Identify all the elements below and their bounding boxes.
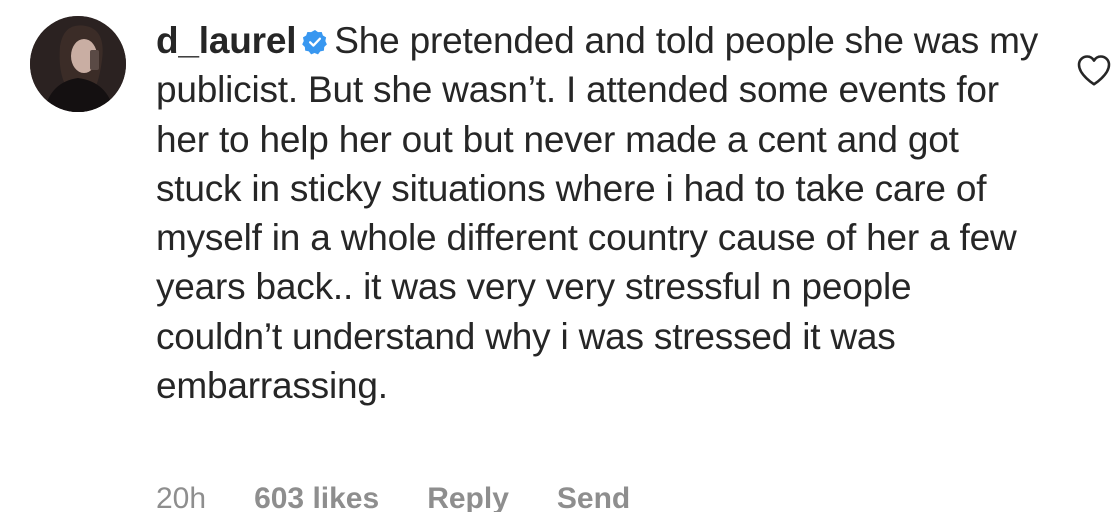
reply-button[interactable]: Reply [427, 482, 509, 512]
heart-outline-icon[interactable] [1076, 53, 1112, 87]
verified-badge-icon [302, 29, 328, 55]
avatar[interactable] [30, 16, 126, 112]
comment-body: d_laurel She pretended and told people s… [156, 16, 1046, 410]
comment: d_laurel She pretended and told people s… [0, 0, 1120, 512]
avatar-photo [30, 16, 126, 112]
comment-username[interactable]: d_laurel [156, 20, 296, 61]
comment-meta: 20h 603 likes Reply Send [156, 482, 678, 512]
likes-count[interactable]: 603 likes [254, 482, 379, 512]
send-button[interactable]: Send [557, 482, 630, 512]
comment-text: She pretended and told people she was my… [156, 20, 1039, 407]
comment-timestamp: 20h [156, 482, 207, 512]
